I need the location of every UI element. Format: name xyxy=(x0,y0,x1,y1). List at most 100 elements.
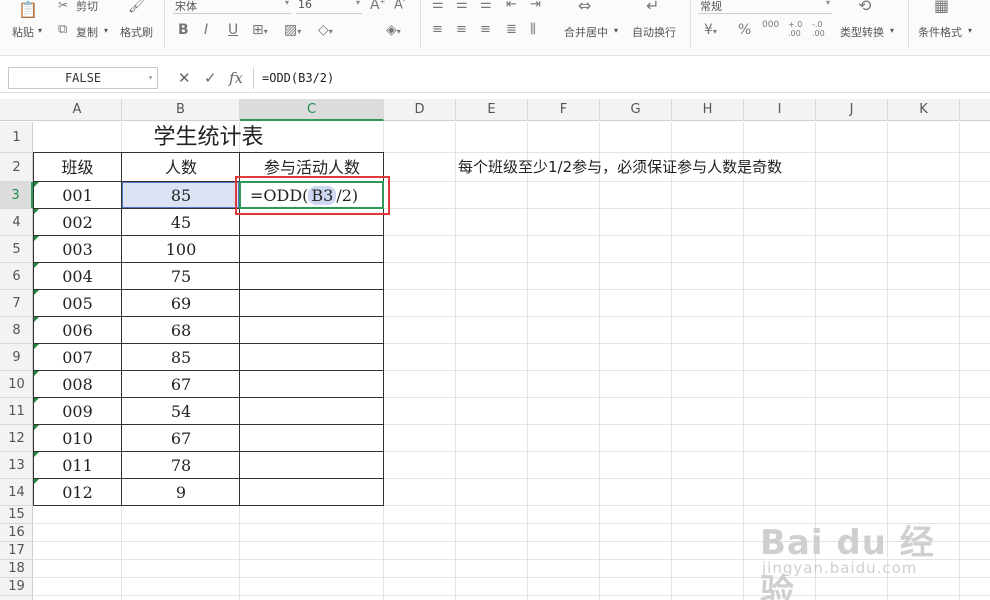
cell-student-count[interactable]: 45 xyxy=(122,209,240,236)
row-header-16[interactable]: 16 xyxy=(0,524,33,542)
cell-class-id[interactable]: 005 xyxy=(33,290,122,317)
outdent-icon[interactable]: ⇥ xyxy=(530,0,541,12)
insert-function-icon[interactable]: fx xyxy=(229,67,243,89)
column-header-a[interactable]: A xyxy=(33,99,122,121)
row-header-8[interactable]: 8 xyxy=(0,317,33,344)
row-header-2[interactable]: 2 xyxy=(0,153,33,182)
italic-icon[interactable]: I xyxy=(204,22,208,38)
bold-icon[interactable]: B xyxy=(178,22,189,38)
merge-dropdown-icon[interactable]: ▾ xyxy=(614,26,618,35)
merge-center-button[interactable]: 合并居中 xyxy=(564,24,608,40)
row-header-14[interactable]: 14 xyxy=(0,479,33,506)
fill-color-icon[interactable]: ◇▾ xyxy=(318,22,333,38)
row-header-10[interactable]: 10 xyxy=(0,371,33,398)
cell-class-id[interactable]: 002 xyxy=(33,209,122,236)
cut-button[interactable]: 剪切 xyxy=(76,0,98,14)
cancel-icon[interactable]: ✕ xyxy=(178,67,191,89)
cell-class-id[interactable]: 004 xyxy=(33,263,122,290)
row-header-18[interactable]: 18 xyxy=(0,560,33,578)
align-bottom-icon[interactable]: ☰ xyxy=(480,0,492,12)
conditional-format-icon[interactable]: ▦ xyxy=(934,0,949,15)
row-header-7[interactable]: 7 xyxy=(0,290,33,317)
font-size-select[interactable]: 16 ▾ xyxy=(296,0,362,14)
column-header-b[interactable]: B xyxy=(122,99,240,121)
cell-student-count[interactable]: 85 xyxy=(122,344,240,371)
cell-student-count[interactable]: 67 xyxy=(122,425,240,452)
wrap-text-icon[interactable]: ↵ xyxy=(646,0,659,15)
paste-dropdown-icon[interactable]: ▾ xyxy=(38,26,42,35)
currency-icon[interactable]: ¥▾ xyxy=(704,22,717,38)
font-name-select[interactable]: 宋体 ▾ xyxy=(173,0,291,14)
header-count[interactable]: 人数 xyxy=(122,153,240,182)
column-header-h[interactable]: H xyxy=(672,99,744,121)
cell-class-id[interactable]: 001 xyxy=(33,182,122,209)
column-header-k[interactable]: K xyxy=(888,99,960,121)
type-convert-icon[interactable]: ⟲ xyxy=(858,0,871,15)
cell-student-count[interactable]: 54 xyxy=(122,398,240,425)
row-header-3[interactable]: 3 xyxy=(0,182,33,209)
cell-class-id[interactable]: 003 xyxy=(33,236,122,263)
wrap-text-button[interactable]: 自动换行 xyxy=(632,24,676,40)
confirm-icon[interactable]: ✓ xyxy=(204,67,217,89)
increase-decimal-icon[interactable]: +.0.00 xyxy=(788,20,802,38)
cell-student-count[interactable]: 69 xyxy=(122,290,240,317)
conditional-format-dropdown-icon[interactable]: ▾ xyxy=(968,26,972,35)
row-header-5[interactable]: 5 xyxy=(0,236,33,263)
column-header-d[interactable]: D xyxy=(384,99,456,121)
align-center-icon[interactable]: ≡ xyxy=(456,22,467,37)
copy-icon[interactable]: ⧉ xyxy=(58,22,67,37)
cell-class-id[interactable]: 008 xyxy=(33,371,122,398)
column-header-f[interactable]: F xyxy=(528,99,600,121)
borders-icon[interactable]: ⊞▾ xyxy=(252,22,268,38)
row-header-6[interactable]: 6 xyxy=(0,263,33,290)
align-top-icon[interactable]: ☰ xyxy=(432,0,444,12)
cell-class-id[interactable]: 007 xyxy=(33,344,122,371)
format-painter-icon[interactable]: 🖌 xyxy=(128,0,146,14)
merge-center-icon[interactable]: ⇔ xyxy=(578,0,591,15)
copy-dropdown-icon[interactable]: ▾ xyxy=(104,26,108,35)
copy-button[interactable]: 复制 xyxy=(76,24,98,40)
column-header-c[interactable]: C xyxy=(240,99,384,121)
row-header-11[interactable]: 11 xyxy=(0,398,33,425)
type-convert-dropdown-icon[interactable]: ▾ xyxy=(890,26,894,35)
fill-pattern-icon[interactable]: ▨▾ xyxy=(284,22,301,38)
cell-student-count[interactable]: 100 xyxy=(122,236,240,263)
row-header-15[interactable]: 15 xyxy=(0,506,33,524)
cell-student-count[interactable]: 78 xyxy=(122,452,240,479)
column-header-j[interactable]: J xyxy=(816,99,888,121)
sheet-title[interactable]: 学生统计表 xyxy=(33,122,384,153)
decrease-decimal-icon[interactable]: -.0.00 xyxy=(812,20,825,38)
decrease-font-icon[interactable]: A- xyxy=(394,0,405,12)
paste-icon[interactable]: 📋 xyxy=(18,0,38,19)
header-class[interactable]: 班级 xyxy=(33,153,122,182)
conditional-format-button[interactable]: 条件格式 xyxy=(918,24,962,40)
row-header-9[interactable]: 9 xyxy=(0,344,33,371)
column-header-i[interactable]: I xyxy=(744,99,816,121)
cell-class-id[interactable]: 012 xyxy=(33,479,122,506)
increase-font-icon[interactable]: A+ xyxy=(370,0,385,13)
column-header-g[interactable]: G xyxy=(600,99,672,121)
percent-icon[interactable]: % xyxy=(738,22,751,38)
paste-button[interactable]: 粘贴 xyxy=(12,24,34,40)
format-painter-button[interactable]: 格式刷 xyxy=(120,24,153,40)
justify-icon[interactable]: ≣ xyxy=(506,22,517,37)
indent-icon[interactable]: ⇤ xyxy=(506,0,517,12)
cell-class-id[interactable]: 010 xyxy=(33,425,122,452)
thousands-icon[interactable]: 000 xyxy=(762,20,779,30)
distribute-icon[interactable]: ⫼ xyxy=(530,22,536,37)
cell-class-id[interactable]: 011 xyxy=(33,452,122,479)
cell-class-id[interactable]: 009 xyxy=(33,398,122,425)
cell-student-count[interactable]: 9 xyxy=(122,479,240,506)
row-header-13[interactable]: 13 xyxy=(0,452,33,479)
eraser-icon[interactable]: ◈▾ xyxy=(386,22,401,38)
number-format-select[interactable]: 常规 ▾ xyxy=(698,0,832,14)
type-convert-button[interactable]: 类型转换 xyxy=(840,24,884,40)
formula-input[interactable]: =ODD(B3/2) xyxy=(253,67,983,89)
underline-icon[interactable]: U xyxy=(228,22,238,38)
align-left-icon[interactable]: ≡ xyxy=(432,22,443,37)
cell-class-id[interactable]: 006 xyxy=(33,317,122,344)
row-header-12[interactable]: 12 xyxy=(0,425,33,452)
cell-student-count[interactable]: 75 xyxy=(122,263,240,290)
align-middle-icon[interactable]: ☰ xyxy=(456,0,468,12)
scissors-icon[interactable]: ✂ xyxy=(58,0,68,12)
